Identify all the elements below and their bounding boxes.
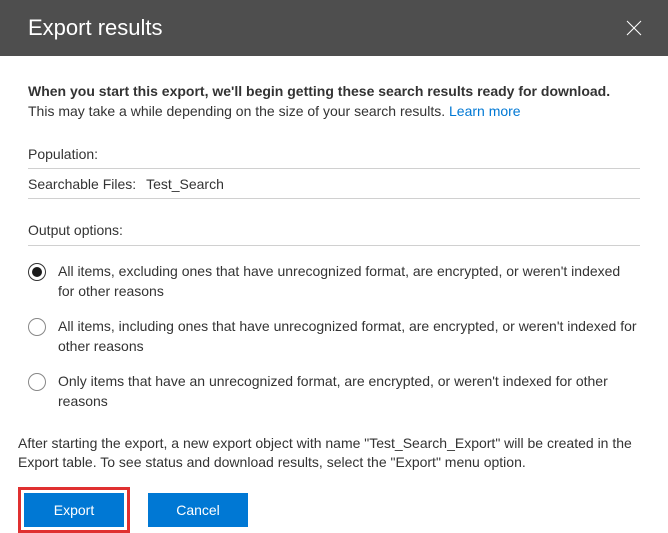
radio-icon <box>28 263 46 281</box>
population-row-value: Test_Search <box>146 176 224 192</box>
population-section-label: Population: <box>28 145 640 169</box>
output-options-group: All items, excluding ones that have unre… <box>28 262 640 412</box>
cancel-button[interactable]: Cancel <box>148 493 248 527</box>
population-row: Searchable Files: Test_Search <box>28 175 640 200</box>
radio-option-all-excluding[interactable]: All items, excluding ones that have unre… <box>28 262 640 301</box>
radio-label: All items, including ones that have unre… <box>58 317 640 356</box>
dialog-body: When you start this export, we'll begin … <box>0 56 668 412</box>
radio-label: All items, excluding ones that have unre… <box>58 262 640 301</box>
radio-icon <box>28 318 46 336</box>
export-button[interactable]: Export <box>24 493 124 527</box>
intro-suffix: This may take a while depending on the s… <box>28 103 449 119</box>
learn-more-link[interactable]: Learn more <box>449 103 521 119</box>
radio-label: Only items that have an unrecognized for… <box>58 372 640 411</box>
close-icon[interactable] <box>622 16 646 40</box>
intro-prefix: When you start this export, we'll begin … <box>28 83 610 99</box>
output-options-section-label: Output options: <box>28 221 640 246</box>
intro-text: When you start this export, we'll begin … <box>28 82 640 121</box>
population-row-label: Searchable Files: <box>28 176 136 192</box>
dialog-title: Export results <box>28 15 163 41</box>
radio-option-only-unrecognized[interactable]: Only items that have an unrecognized for… <box>28 372 640 411</box>
radio-option-all-including[interactable]: All items, including ones that have unre… <box>28 317 640 356</box>
radio-icon <box>28 373 46 391</box>
dialog-header: Export results <box>0 0 668 56</box>
footer-text: After starting the export, a new export … <box>0 434 668 473</box>
